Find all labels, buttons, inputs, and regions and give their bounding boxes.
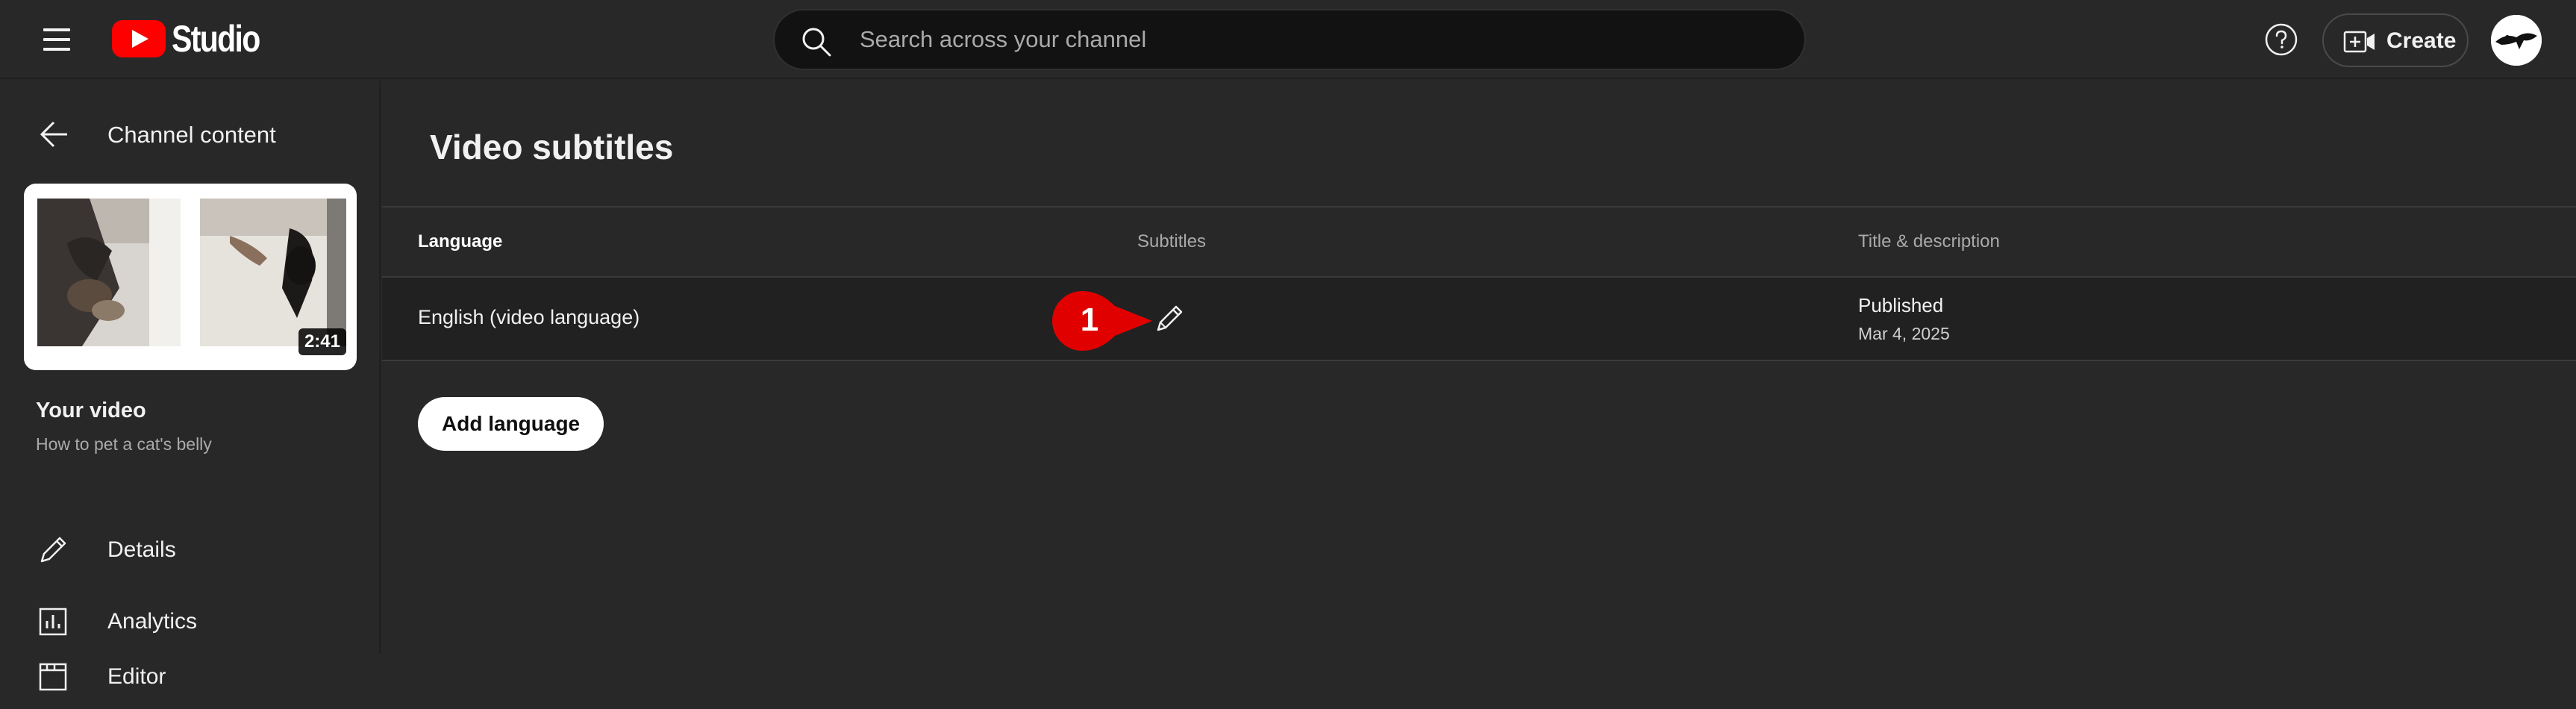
- search-icon[interactable]: [800, 25, 833, 58]
- table-header: Language Subtitles Title & description: [382, 206, 2576, 278]
- main-content: Video subtitles Language Subtitles Title…: [382, 81, 2576, 654]
- step-callout-number: 1: [1080, 302, 1099, 338]
- column-header-language: Language: [418, 231, 503, 252]
- edit-subtitles-icon[interactable]: [1151, 300, 1188, 337]
- avatar-image: [2491, 15, 2542, 66]
- column-header-title-description: Title & description: [1858, 231, 2000, 252]
- sidebar: Channel content 2:41 Your video How to p…: [0, 81, 381, 691]
- youtube-logo-icon: [112, 20, 166, 57]
- brand-name: Studio: [172, 18, 260, 60]
- create-label: Create: [2386, 28, 2457, 53]
- thumbnail-frame-right: [200, 199, 346, 346]
- sidebar-item-editor[interactable]: Editor: [0, 645, 381, 709]
- avatar[interactable]: [2491, 15, 2542, 66]
- sidebar-item-details[interactable]: Details: [0, 518, 381, 582]
- editor-icon: [39, 663, 67, 691]
- your-video-heading: Your video: [36, 399, 146, 422]
- studio-logo[interactable]: Studio: [112, 18, 279, 60]
- menu-icon[interactable]: [39, 25, 75, 55]
- video-title: How to pet a cat's belly: [36, 434, 212, 454]
- back-label: Channel content: [107, 122, 276, 148]
- back-to-channel-content[interactable]: Channel content: [0, 110, 381, 158]
- create-video-icon: [2343, 31, 2375, 53]
- video-duration-badge: 2:41: [298, 328, 346, 355]
- back-arrow-icon: [40, 121, 67, 148]
- publish-date: Mar 4, 2025: [1858, 324, 1950, 343]
- add-language-button[interactable]: Add language: [418, 397, 604, 451]
- sidebar-item-label: Analytics: [107, 609, 198, 634]
- row-language: English (video language): [418, 306, 640, 328]
- video-thumbnail[interactable]: 2:41: [24, 184, 357, 370]
- top-bar: Studio Create: [0, 0, 2576, 79]
- search-bar[interactable]: [773, 9, 1806, 70]
- table-row[interactable]: English (video language) 1 Published Mar…: [382, 278, 2576, 361]
- sidebar-item-label: Details: [107, 537, 176, 562]
- page-title: Video subtitles: [430, 128, 674, 166]
- subtitles-table: Language Subtitles Title & description E…: [382, 206, 2576, 361]
- pencil-icon: [40, 537, 66, 563]
- thumbnail-frame-left: [37, 199, 181, 346]
- create-button[interactable]: Create: [2322, 13, 2469, 67]
- analytics-icon: [39, 608, 67, 636]
- help-icon[interactable]: [2264, 22, 2298, 57]
- search-input[interactable]: [858, 21, 1754, 58]
- sidebar-item-label: Editor: [107, 664, 166, 689]
- column-header-subtitles: Subtitles: [1137, 231, 1207, 252]
- publish-status: Published: [1858, 294, 1944, 316]
